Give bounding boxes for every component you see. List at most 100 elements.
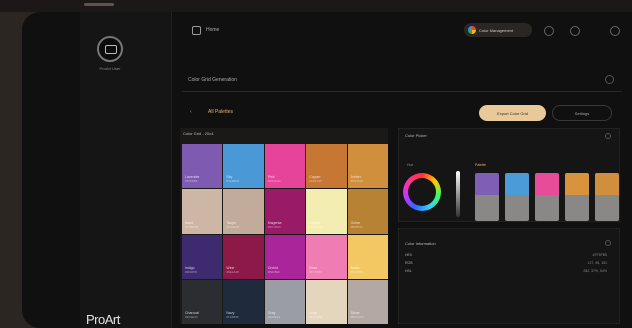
color-swatch[interactable]: Ochre #B98532 [347,189,388,234]
info-title: Color Information [405,241,436,246]
info-value: 262, 37%, 54% [583,269,607,273]
picker-title: Color Picker [405,133,427,138]
color-picker-panel: Color Picker Hue Palette [398,128,620,222]
chip-color [535,173,559,195]
color-swatch[interactable]: Navy #1F2B3F [223,279,264,324]
chip-shade [535,195,559,221]
app-window: ProArt User ProArt Home Color Management… [22,12,632,328]
info-value: 127, 95, 181 [587,261,607,265]
color-swatch[interactable]: Orchid #B0289F [264,234,306,279]
info-key: HEX [405,253,413,257]
project-label: Color Management [479,27,514,33]
chip-shade [565,195,589,221]
device-top-strip [0,0,632,12]
color-swatch[interactable]: Magenta #9C1D6A [264,189,306,234]
palette-chip[interactable] [505,173,529,221]
swatch-hex: #8E1A48 [226,269,239,274]
color-swatch[interactable]: Taupe #C4AE9F [223,189,264,234]
avatar[interactable] [97,36,123,62]
swatch-hex: #B98532 [350,224,363,229]
swatch-hex: #1F2B3F [226,315,239,319]
color-swatch[interactable]: Ivory #E4D6BE [306,279,347,324]
color-info-panel: Color Information HEX #7F5FB5 RGB 127, 95, … [398,228,620,324]
chip-color [475,173,499,195]
google-icon [468,26,476,34]
color-swatch[interactable]: Lavender #7F5FB5 [182,144,223,189]
palette-label: Palette [475,163,486,167]
color-swatch[interactable]: Wine #8E1A48 [223,234,264,279]
swatch-hex: #3D2870 [185,269,198,274]
swatch-hex: #D9923E [350,179,364,184]
chip-color [505,173,529,195]
color-swatch[interactable]: Sky #4A9BD8 [223,144,264,189]
home-icon [192,25,201,35]
info-value: #7F5FB5 [592,253,607,257]
notification-icon[interactable] [544,26,554,36]
brand-logo: ProArt [86,312,120,327]
palette-chip[interactable] [565,173,589,221]
chip-color [565,173,589,195]
header: Home Color Management [172,18,632,42]
swatch-hex: #E4D6BE [309,315,323,319]
project-button[interactable]: Color Management [464,23,532,37]
chip-color [595,173,619,195]
chevron-down-icon[interactable] [605,75,614,84]
pin-icon[interactable] [605,240,611,246]
color-wheel[interactable] [403,173,441,211]
status-indicator [84,3,114,6]
swatch-hex: #F5CB66 [350,269,364,274]
section-bar[interactable]: Color Grid Generation [182,68,622,92]
color-swatch[interactable]: Copper #C87A35 [306,144,347,189]
home-button[interactable]: Home [192,24,219,36]
color-swatch[interactable]: Sand #CDB8A8 [182,189,223,234]
color-swatch[interactable]: Cream #F3EEB0 [306,189,347,234]
swatch-hex: #9C1D6A [267,224,281,229]
chip-shade [505,195,529,221]
chip-shade [595,195,619,221]
color-swatch[interactable]: Amber #D9923E [347,144,388,189]
swatch-hex: #2C2E33 [185,315,198,319]
palette-chip[interactable] [535,173,559,221]
wheel-label: Hue [407,163,414,167]
color-swatch[interactable]: Butter #F5CB66 [347,234,388,279]
settings-button[interactable]: Settings [552,105,612,121]
swatch-hex: #F07DB5 [309,269,322,274]
swatch-hex: #C87A35 [309,179,322,184]
settings-icon[interactable] [570,26,580,36]
brightness-slider[interactable] [456,171,460,217]
avatar-label: ProArt User [99,66,121,71]
swatch-grid: Lavender #7F5FB5 Sky #4A9BD8 Pink #E64C9A Copp… [182,144,388,324]
toolbar: ‹ All Palettes Export Color Grid Setting… [182,104,622,124]
color-swatch[interactable]: Indigo #3D2870 [182,234,223,279]
swatch-hex: #B0289F [267,269,280,274]
swatch-hex: #B5AAA3 [350,315,364,319]
palette-filter[interactable]: All Palettes [208,109,233,115]
palette-chip[interactable] [475,173,499,221]
pin-icon[interactable] [605,133,611,139]
chip-shade [475,195,499,221]
swatch-hex: #7F5FB5 [185,179,198,184]
home-label: Home [206,27,220,33]
swatch-hex: #CDB8A8 [185,224,199,229]
info-key: HSL [405,269,412,273]
palette-chip[interactable] [595,173,619,221]
color-swatch[interactable]: Charcoal #2C2E33 [182,279,223,324]
main-area: Home Color Management Color Grid Generat… [172,12,632,328]
color-swatch[interactable]: Rose #F07DB5 [306,234,347,279]
color-swatch[interactable]: Gray #9A9EA4 [264,279,306,324]
color-grid-panel: Color Grid - 20x4 Lavender #7F5FB5 Sky #4A9… [180,128,388,324]
swatch-hex: #9A9EA4 [267,315,281,319]
swatch-hex: #4A9BD8 [226,179,240,184]
menu-icon[interactable] [610,26,620,36]
swatch-hex: #C4AE9F [226,224,240,229]
color-swatch[interactable]: Pink #E64C9A [264,144,306,189]
back-arrow-icon[interactable]: ‹ [190,109,192,115]
export-button[interactable]: Export Color Grid [479,105,546,121]
swatch-hex: #E64C9A [267,179,281,184]
swatch-hex: #F3EEB0 [309,224,323,229]
sidebar: ProArt User ProArt [80,12,172,328]
section-label: Color Grid Generation [188,76,237,83]
info-key: RGB [405,261,413,265]
grid-caption: Color Grid - 20x4 [183,131,214,136]
color-swatch[interactable]: Stone #B5AAA3 [347,279,388,324]
